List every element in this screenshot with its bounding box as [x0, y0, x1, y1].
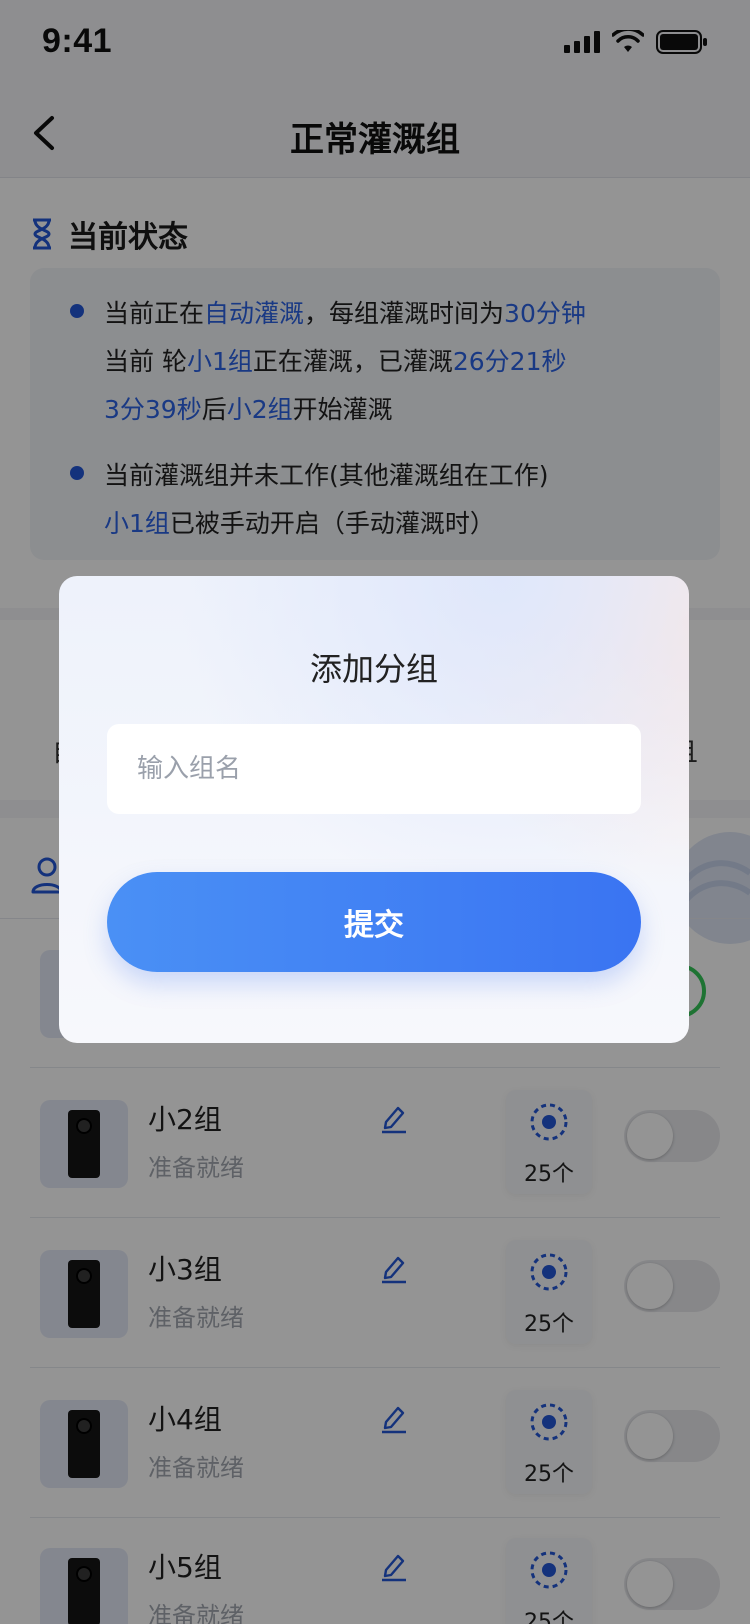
group-name-input[interactable] — [107, 724, 641, 814]
irrigation-group-page: 9:41 正常灌溉组 当前状态 当前正在自动灌溉，每组灌溉时间为30分钟 当前 … — [0, 0, 750, 1624]
submit-button[interactable]: 提交 — [107, 872, 641, 972]
add-group-dialog: 添加分组 提交 — [59, 576, 689, 1043]
dialog-title: 添加分组 — [309, 650, 438, 688]
